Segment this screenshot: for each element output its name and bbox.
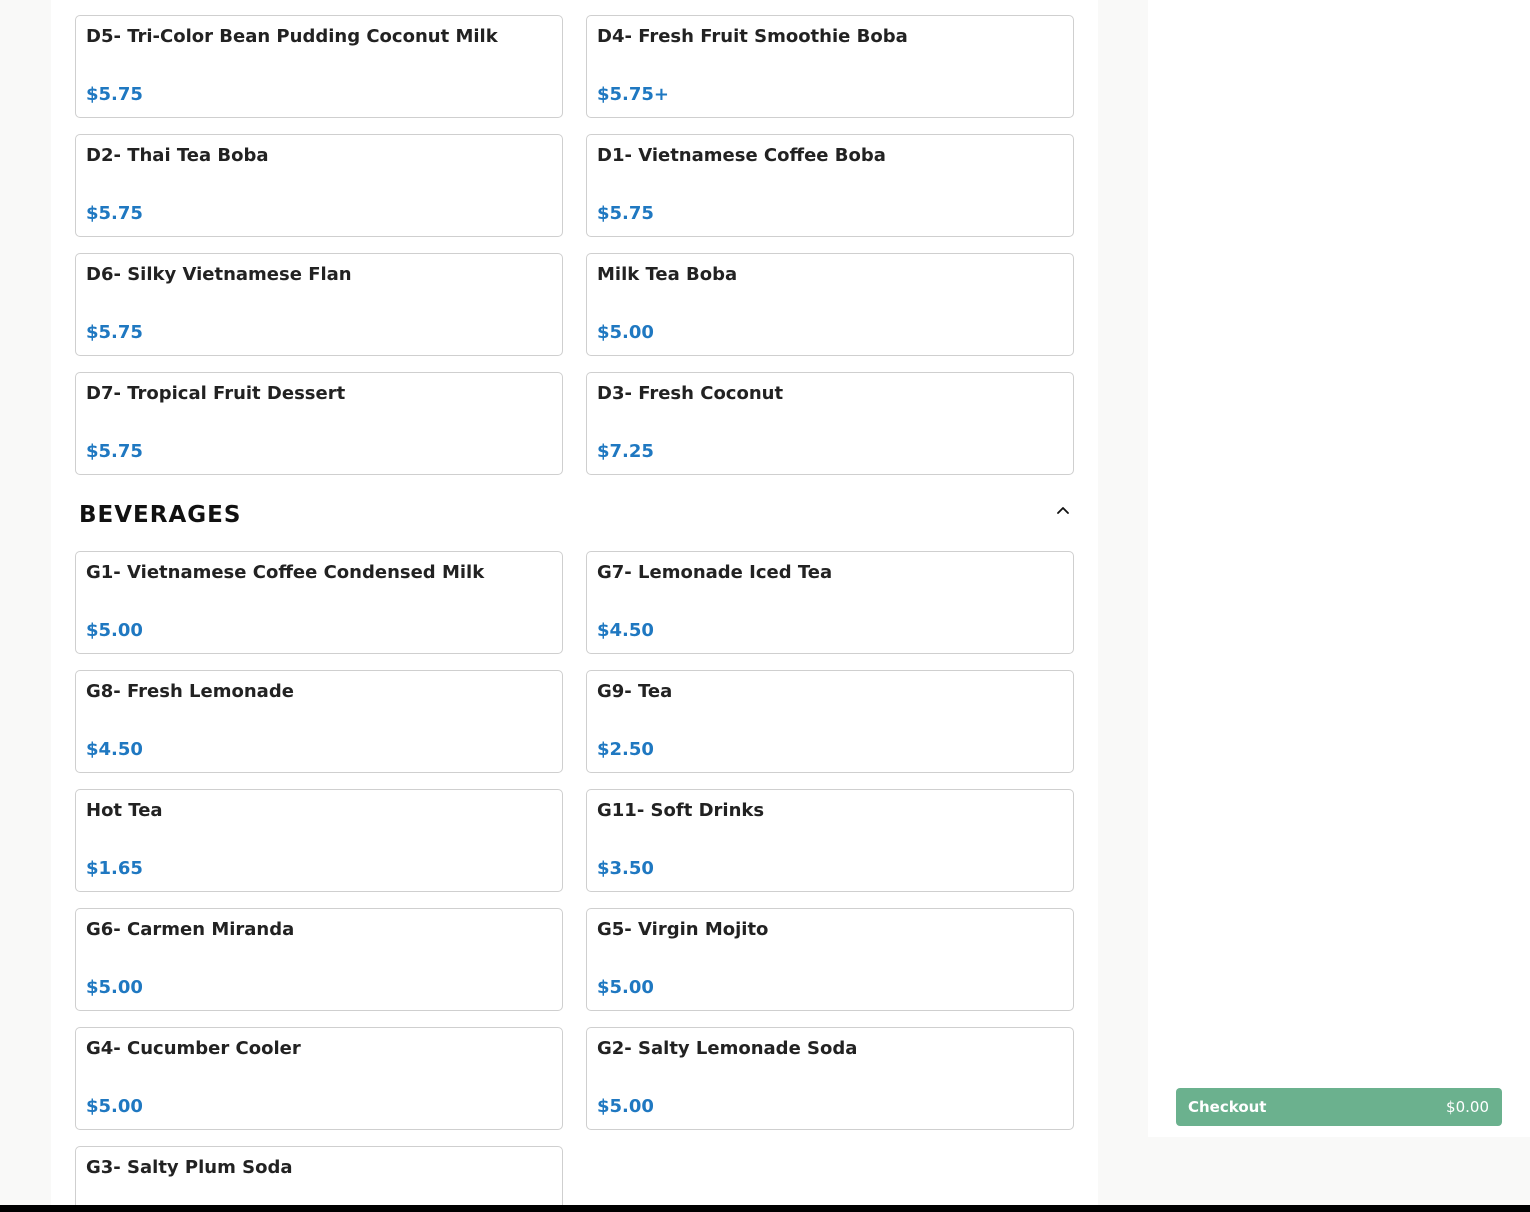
menu-item-card[interactable]: D2- Thai Tea Boba $5.75 (75, 134, 563, 237)
item-name: G11- Soft Drinks (597, 800, 765, 821)
chevron-up-icon (1057, 507, 1069, 514)
menu-item-card[interactable]: G6- Carmen Miranda $5.00 (75, 908, 563, 1011)
item-name: D6- Silky Vietnamese Flan (86, 264, 352, 285)
item-name: D3- Fresh Coconut (597, 383, 784, 404)
item-name: D2- Thai Tea Boba (86, 145, 269, 166)
menu-item-card[interactable]: G1- Vietnamese Coffee Condensed Milk $5.… (75, 551, 563, 654)
item-name: Hot Tea (86, 800, 163, 821)
menu-item-card[interactable]: G5- Virgin Mojito $5.00 (586, 908, 1074, 1011)
item-price: $5.00 (86, 620, 143, 641)
item-price: $5.00 (86, 977, 143, 998)
bottom-bar (0, 1205, 1530, 1212)
menu-item-card[interactable]: G9- Tea $2.50 (586, 670, 1074, 773)
item-name: G7- Lemonade Iced Tea (597, 562, 833, 583)
menu-item-card[interactable]: D7- Tropical Fruit Dessert $5.75 (75, 372, 563, 475)
item-price: $7.25 (597, 441, 654, 462)
cart-panel (1148, 0, 1530, 1137)
item-price: $2.50 (597, 739, 654, 760)
menu-item-card[interactable]: G8- Fresh Lemonade $4.50 (75, 670, 563, 773)
item-price: $5.00 (597, 977, 654, 998)
menu-item-card[interactable]: Milk Tea Boba $5.00 (586, 253, 1074, 356)
item-name: D1- Vietnamese Coffee Boba (597, 145, 886, 166)
item-name: G8- Fresh Lemonade (86, 681, 294, 702)
section-title: BEVERAGES (79, 502, 242, 528)
menu-item-card[interactable]: D5- Tri-Color Bean Pudding Coconut Milk … (75, 15, 563, 118)
beverages-section-header: BEVERAGES (79, 500, 1075, 532)
item-price: $5.00 (597, 322, 654, 343)
item-price: $5.75 (86, 322, 143, 343)
item-name: D7- Tropical Fruit Dessert (86, 383, 346, 404)
item-price: $5.00 (597, 1096, 654, 1117)
item-price: $4.50 (597, 620, 654, 641)
item-name: D5- Tri-Color Bean Pudding Coconut Milk (86, 26, 498, 47)
item-price: $5.75 (86, 203, 143, 224)
item-name: G4- Cucumber Cooler (86, 1038, 301, 1059)
item-name: Milk Tea Boba (597, 264, 738, 285)
menu-item-card[interactable]: D1- Vietnamese Coffee Boba $5.75 (586, 134, 1074, 237)
menu-item-card[interactable]: D4- Fresh Fruit Smoothie Boba $5.75+ (586, 15, 1074, 118)
menu-panel: D5- Tri-Color Bean Pudding Coconut Milk … (51, 0, 1098, 1212)
item-price: $1.65 (86, 858, 143, 879)
item-price: $4.50 (86, 739, 143, 760)
menu-item-card[interactable]: Hot Tea $1.65 (75, 789, 563, 892)
item-name: G3- Salty Plum Soda (86, 1157, 293, 1178)
menu-item-card[interactable]: D3- Fresh Coconut $7.25 (586, 372, 1074, 475)
item-price: $5.75 (597, 203, 654, 224)
menu-item-card[interactable]: G11- Soft Drinks $3.50 (586, 789, 1074, 892)
item-price: $5.75 (86, 441, 143, 462)
menu-item-card[interactable]: G2- Salty Lemonade Soda $5.00 (586, 1027, 1074, 1130)
item-name: G5- Virgin Mojito (597, 919, 769, 940)
desserts-grid: D5- Tri-Color Bean Pudding Coconut Milk … (75, 15, 1074, 475)
item-name: G6- Carmen Miranda (86, 919, 295, 940)
collapse-button[interactable] (1051, 500, 1075, 520)
menu-item-card[interactable]: G7- Lemonade Iced Tea $4.50 (586, 551, 1074, 654)
item-price: $5.00 (86, 1096, 143, 1117)
item-price: $5.75 (86, 84, 143, 105)
item-price: $5.75+ (597, 84, 670, 105)
beverages-grid: G1- Vietnamese Coffee Condensed Milk $5.… (75, 551, 1074, 1212)
item-name: D4- Fresh Fruit Smoothie Boba (597, 26, 908, 47)
cart-total: $0.00 (1446, 1098, 1489, 1116)
item-price: $3.50 (597, 858, 654, 879)
menu-item-card[interactable]: G3- Salty Plum Soda (75, 1146, 563, 1212)
item-name: G2- Salty Lemonade Soda (597, 1038, 858, 1059)
item-name: G1- Vietnamese Coffee Condensed Milk (86, 562, 485, 583)
menu-item-card[interactable]: D6- Silky Vietnamese Flan $5.75 (75, 253, 563, 356)
checkout-label: Checkout (1188, 1098, 1267, 1116)
checkout-button[interactable]: Checkout $0.00 (1176, 1088, 1502, 1126)
item-name: G9- Tea (597, 681, 673, 702)
menu-item-card[interactable]: G4- Cucumber Cooler $5.00 (75, 1027, 563, 1130)
